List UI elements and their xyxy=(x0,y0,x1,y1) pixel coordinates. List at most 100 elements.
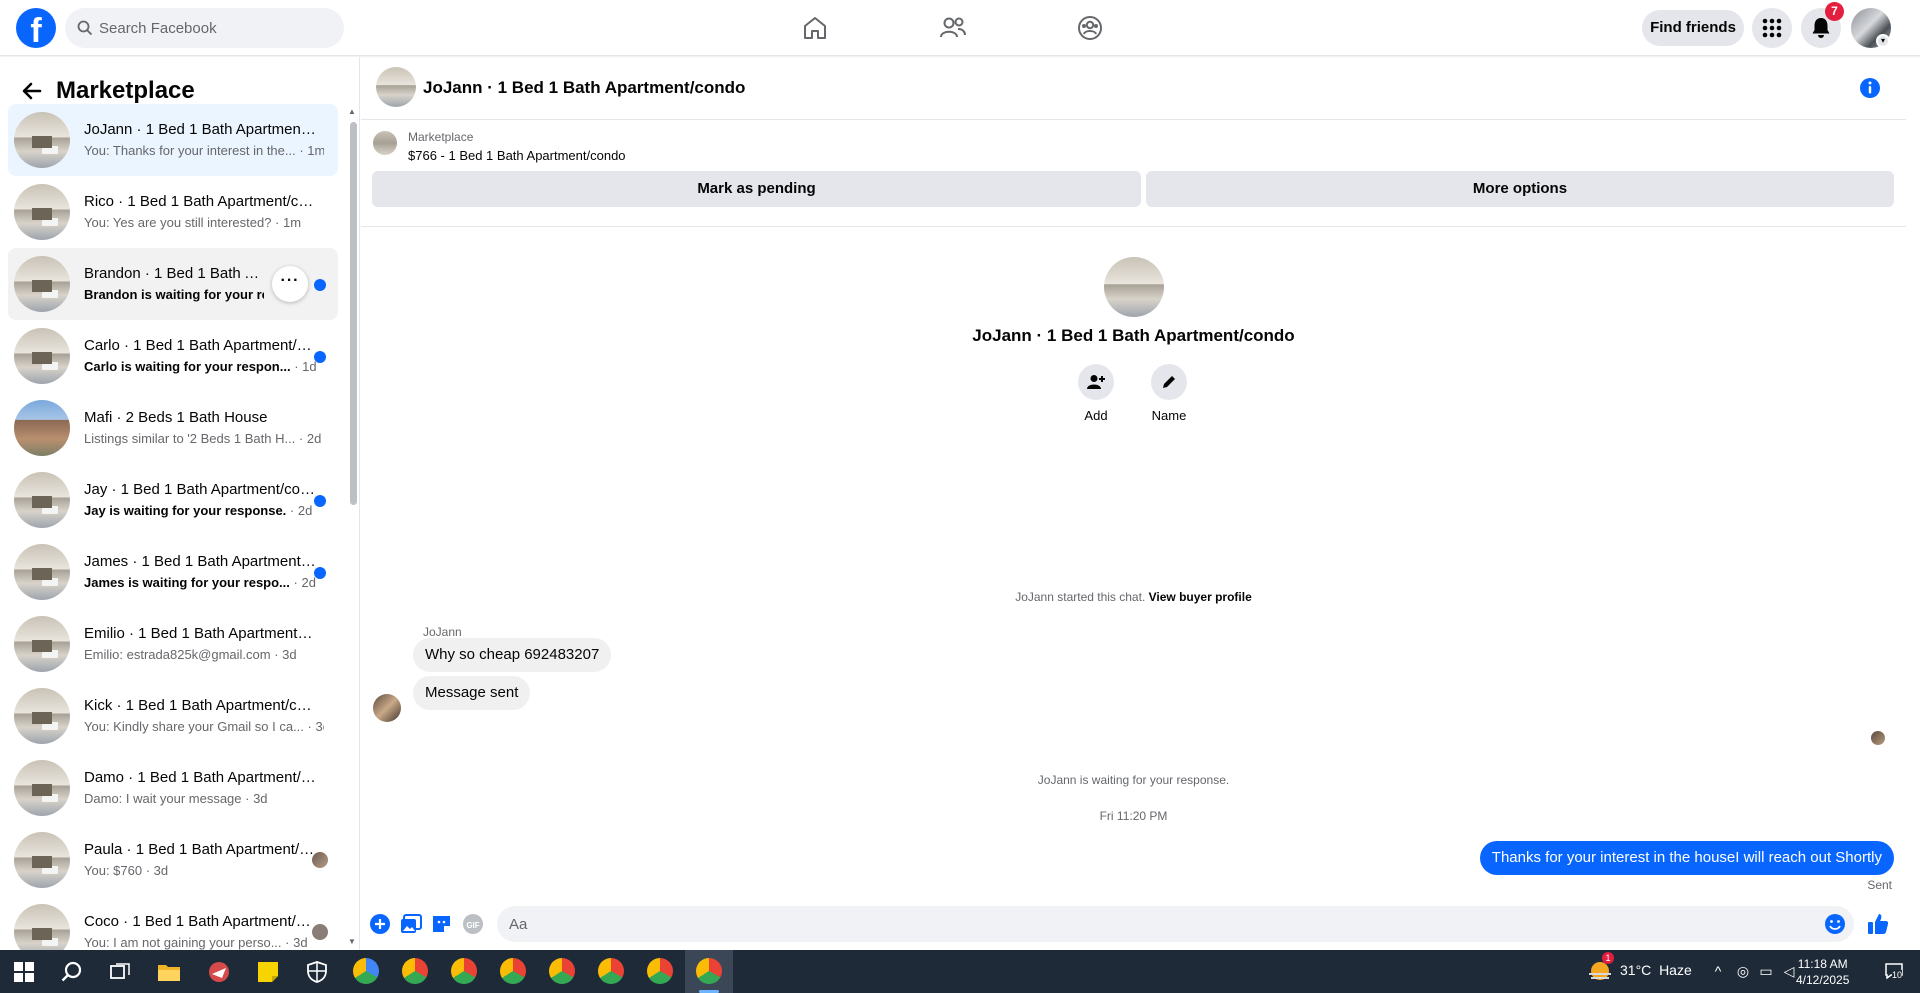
unread-dot xyxy=(314,495,326,507)
windows-logo-icon xyxy=(14,962,34,982)
back-button[interactable] xyxy=(16,75,48,107)
chrome-profile-app[interactable] xyxy=(451,958,477,984)
conversation-item[interactable]: Brandon · 1 Bed 1 Bath Apart Brandon is … xyxy=(8,248,338,320)
mark-as-pending-button[interactable]: Mark as pending xyxy=(372,171,1141,207)
app-button[interactable] xyxy=(205,958,233,986)
clock-time: 11:18 AM xyxy=(1797,957,1848,971)
chrome-profile-app[interactable] xyxy=(598,958,624,984)
conversation-name: Coco · 1 Bed 1 Bath Apartment/condo xyxy=(84,913,316,930)
chevron-up-icon[interactable]: ^ xyxy=(1709,962,1727,980)
search-input[interactable] xyxy=(99,8,334,48)
conversation-item[interactable]: Coco · 1 Bed 1 Bath Apartment/condo You:… xyxy=(8,896,338,950)
conversation-name: JoJann · 1 Bed 1 Bath Apartment/condo xyxy=(84,121,316,138)
message-input-box[interactable] xyxy=(497,906,1854,942)
conversation-snippet: Damo: I wait your message · 3d xyxy=(84,791,268,806)
search-icon xyxy=(61,961,82,982)
find-friends-button[interactable]: Find friends xyxy=(1642,10,1744,46)
unread-dot xyxy=(314,351,326,363)
conversation-item[interactable]: Damo · 1 Bed 1 Bath Apartment/condo Damo… xyxy=(8,752,338,824)
add-button[interactable]: Add xyxy=(1066,364,1126,423)
taskbar-search-button[interactable] xyxy=(58,958,86,986)
conversation-item[interactable]: Carlo · 1 Bed 1 Bath Apartment/condo Car… xyxy=(8,320,338,392)
more-actions-button[interactable] xyxy=(368,912,392,936)
scroll-up-arrow[interactable]: ▲ xyxy=(348,107,356,116)
started-text: JoJann started this chat. xyxy=(1015,590,1146,604)
home-nav-button[interactable] xyxy=(797,10,833,46)
like-button[interactable] xyxy=(1866,912,1890,936)
conversation-item[interactable]: Emilio · 1 Bed 1 Bath Apartment/condo Em… xyxy=(8,608,338,680)
seen-avatar xyxy=(1871,731,1885,745)
chevron-down-icon: ▾ xyxy=(1876,34,1890,48)
scroll-down-arrow[interactable]: ▼ xyxy=(348,937,356,946)
start-button[interactable] xyxy=(10,958,38,986)
listing-avatar xyxy=(14,832,70,888)
info-icon[interactable] xyxy=(1859,77,1881,99)
name-button[interactable]: Name xyxy=(1139,364,1199,423)
conversation-item[interactable]: James · 1 Bed 1 Bath Apartment/condo Jam… xyxy=(8,536,338,608)
logo-letter: f xyxy=(30,12,42,48)
message-input[interactable] xyxy=(509,906,1809,942)
search-box[interactable] xyxy=(65,8,344,48)
conversation-snippet: You: $760 · 3d xyxy=(84,863,169,878)
attach-photo-button[interactable] xyxy=(399,912,423,936)
listing-thumbnail[interactable] xyxy=(373,131,397,155)
conversation-item[interactable]: Kick · 1 Bed 1 Bath Apartment/condo You:… xyxy=(8,680,338,752)
more-options-button[interactable]: More options xyxy=(1146,171,1894,207)
chrome-profile-app[interactable] xyxy=(500,958,526,984)
sender-avatar[interactable] xyxy=(373,694,401,722)
listing-price[interactable]: $766 - 1 Bed 1 Bath Apartment/condo xyxy=(408,148,626,163)
notification-center-button[interactable]: 10 xyxy=(1880,962,1908,980)
view-buyer-profile-link[interactable]: View buyer profile xyxy=(1149,590,1252,604)
sent-status: Sent xyxy=(1867,878,1892,892)
menu-button[interactable] xyxy=(1752,8,1792,48)
groups-nav-button[interactable] xyxy=(1072,10,1108,46)
conversation-item[interactable]: Jay · 1 Bed 1 Bath Apartment/condo Jay i… xyxy=(8,464,338,536)
facebook-logo[interactable]: f xyxy=(16,8,56,48)
bell-icon xyxy=(1812,18,1830,38)
gif-button[interactable]: GIF xyxy=(461,912,485,936)
incoming-message[interactable]: Why so cheap 692483207 xyxy=(413,638,612,672)
sticker-button[interactable] xyxy=(430,912,454,936)
task-view-button[interactable] xyxy=(106,958,134,986)
camera-icon[interactable]: ◎ xyxy=(1734,962,1752,980)
listing-avatar xyxy=(14,904,70,950)
sticky-note-icon xyxy=(258,962,278,982)
security-button[interactable] xyxy=(303,958,331,986)
file-explorer-button[interactable] xyxy=(155,958,183,986)
chrome-profile-app[interactable] xyxy=(353,958,379,984)
unread-dot xyxy=(314,279,326,291)
conversation-item[interactable]: JoJann · 1 Bed 1 Bath Apartment/condo Yo… xyxy=(8,104,338,176)
chrome-profile-app[interactable] xyxy=(549,958,575,984)
outgoing-message[interactable]: Thanks for your interest in the houseI w… xyxy=(1479,841,1894,875)
chat-started-notice: JoJann started this chat. View buyer pro… xyxy=(361,590,1906,604)
arrow-left-icon xyxy=(22,82,42,100)
system-clock[interactable]: 11:18 AM 4/12/2025 xyxy=(1796,956,1849,988)
sticky-notes-button[interactable] xyxy=(254,958,282,986)
gif-icon: GIF xyxy=(463,914,483,934)
weather-text[interactable]: 31°C Haze xyxy=(1620,962,1692,978)
chrome-profile-app[interactable] xyxy=(402,958,428,984)
search-icon xyxy=(77,20,93,36)
network-icon[interactable]: ▭ xyxy=(1757,962,1775,980)
sidebar-scrollbar[interactable] xyxy=(350,122,357,505)
conversation-item[interactable]: Mafi · 2 Beds 1 Bath House Listings simi… xyxy=(8,392,338,464)
more-options-button[interactable]: ··· xyxy=(272,266,308,302)
intro-title: JoJann · 1 Bed 1 Bath Apartment/condo xyxy=(972,326,1295,345)
incoming-message[interactable]: Message sent xyxy=(413,676,531,710)
chat-title[interactable]: JoJann · 1 Bed 1 Bath Apartment/condo xyxy=(423,78,745,98)
listing-avatar xyxy=(14,760,70,816)
conversation-item[interactable]: Paula · 1 Bed 1 Bath Apartment/condo You… xyxy=(8,824,338,896)
listing-avatar xyxy=(14,472,70,528)
page-title: Marketplace xyxy=(56,77,195,104)
seen-avatar xyxy=(312,924,328,940)
conversation-item[interactable]: Rico · 1 Bed 1 Bath Apartment/condo You:… xyxy=(8,176,338,248)
groups-icon xyxy=(1078,16,1102,40)
listing-bar: Marketplace $766 - 1 Bed 1 Bath Apartmen… xyxy=(361,120,1906,227)
chat-avatar[interactable] xyxy=(376,67,416,107)
emoji-icon[interactable] xyxy=(1824,913,1846,935)
friends-nav-button[interactable] xyxy=(935,10,971,46)
chrome-profile-app[interactable] xyxy=(647,958,673,984)
chrome-profile-app-active[interactable] xyxy=(696,958,722,984)
listing-avatar xyxy=(14,688,70,744)
conversation-snippet: You: Thanks for your interest in the... … xyxy=(84,143,324,158)
